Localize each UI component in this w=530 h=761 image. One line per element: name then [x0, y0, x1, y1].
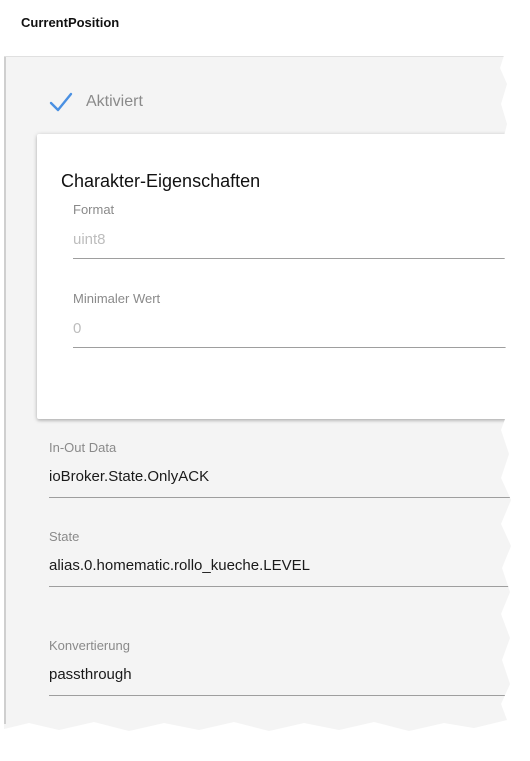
min-value-underline	[73, 347, 511, 348]
characteristics-card: Charakter-Eigenschaften Format uint8 Min…	[37, 134, 511, 419]
state-field[interactable]: State alias.0.homematic.rollo_kueche.LEV…	[49, 529, 511, 587]
in-out-data-field[interactable]: In-Out Data ioBroker.State.OnlyACK	[49, 440, 511, 498]
format-field[interactable]: Format uint8	[73, 202, 511, 259]
conversion-label: Konvertierung	[49, 638, 130, 653]
format-underline	[73, 258, 511, 259]
in-out-data-underline	[49, 497, 511, 498]
card-title: Charakter-Eigenschaften	[61, 171, 261, 191]
activated-label: Aktiviert	[86, 93, 143, 110]
state-value[interactable]: alias.0.homematic.rollo_kueche.LEVEL	[49, 557, 511, 574]
activated-checkbox[interactable]: Aktiviert	[48, 90, 143, 114]
state-label: State	[49, 529, 80, 544]
format-value[interactable]: uint8	[73, 231, 511, 248]
conversion-field[interactable]: Konvertierung passthrough	[49, 638, 511, 696]
in-out-data-label: In-Out Data	[49, 440, 117, 455]
check-icon	[49, 92, 73, 112]
page-title: CurrentPosition	[21, 15, 120, 30]
min-value-value[interactable]: 0	[73, 320, 511, 337]
screenshot-stage: CurrentPosition Aktiviert Charakter-Eige…	[0, 0, 530, 761]
conversion-value[interactable]: passthrough	[49, 666, 511, 683]
conversion-underline	[49, 695, 511, 696]
format-label: Format	[73, 202, 115, 217]
panel-header: CurrentPosition	[4, 0, 511, 57]
state-underline	[49, 586, 511, 587]
min-value-field[interactable]: Minimaler Wert 0	[73, 291, 511, 348]
in-out-data-value[interactable]: ioBroker.State.OnlyACK	[49, 468, 511, 485]
settings-panel: CurrentPosition Aktiviert Charakter-Eige…	[4, 0, 511, 731]
min-value-label: Minimaler Wert	[73, 291, 161, 306]
panel-left-edge	[4, 0, 6, 724]
